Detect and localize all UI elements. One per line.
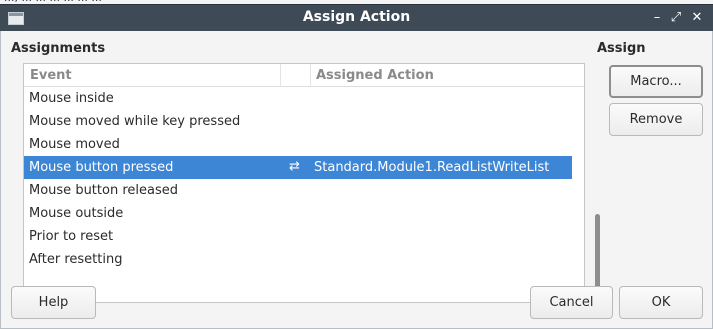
minimize-icon[interactable]: – xyxy=(648,9,666,27)
help-button[interactable]: Help xyxy=(11,286,96,319)
assign-heading: Assign xyxy=(597,41,646,56)
assigned-action: Standard.Module1.ReadListWriteList xyxy=(314,160,550,175)
event-name: After resetting xyxy=(29,252,123,267)
table-row-selected[interactable]: Mouse button pressed ⇄ Standard.Module1.… xyxy=(24,156,572,179)
event-name: Mouse button released xyxy=(29,183,178,198)
event-name: Mouse outside xyxy=(29,206,124,221)
window-title: Assign Action xyxy=(302,9,411,25)
table-row[interactable]: Mouse button released xyxy=(24,179,572,202)
column-divider xyxy=(280,64,281,87)
column-header-assigned-action[interactable]: Assigned Action xyxy=(316,68,434,83)
column-header-event[interactable]: Event xyxy=(30,68,72,83)
ok-button[interactable]: OK xyxy=(619,286,703,319)
table-row[interactable]: Mouse moved while key pressed xyxy=(24,110,572,133)
list-header: Event Assigned Action xyxy=(24,64,584,87)
event-name: Mouse inside xyxy=(29,91,114,106)
assign-action-dialog: Assignments Assign Event Assigned Action… xyxy=(0,31,713,329)
table-row[interactable]: Mouse inside xyxy=(24,87,572,110)
table-row[interactable]: Mouse outside xyxy=(24,202,572,225)
maximize-icon[interactable]: ⤢ xyxy=(667,9,685,27)
event-name: Mouse moved xyxy=(29,137,120,152)
title-bar: Assign Action – ⤢ ✕ xyxy=(0,4,713,31)
macro-button[interactable]: Macro... xyxy=(609,65,703,98)
cancel-button[interactable]: Cancel xyxy=(530,286,613,319)
table-row[interactable]: After resetting xyxy=(24,248,572,271)
swap-arrows-icon: ⇄ xyxy=(289,159,300,174)
event-name: Prior to reset xyxy=(29,229,114,244)
table-row[interactable]: Prior to reset xyxy=(24,225,572,248)
column-divider xyxy=(310,64,311,87)
event-name: Mouse moved while key pressed xyxy=(29,114,241,129)
remove-button[interactable]: Remove xyxy=(609,103,703,136)
event-name: Mouse button pressed xyxy=(29,160,174,175)
table-row[interactable]: Mouse moved xyxy=(24,133,572,156)
close-icon[interactable]: ✕ xyxy=(688,9,706,27)
assignments-heading: Assignments xyxy=(11,41,106,56)
